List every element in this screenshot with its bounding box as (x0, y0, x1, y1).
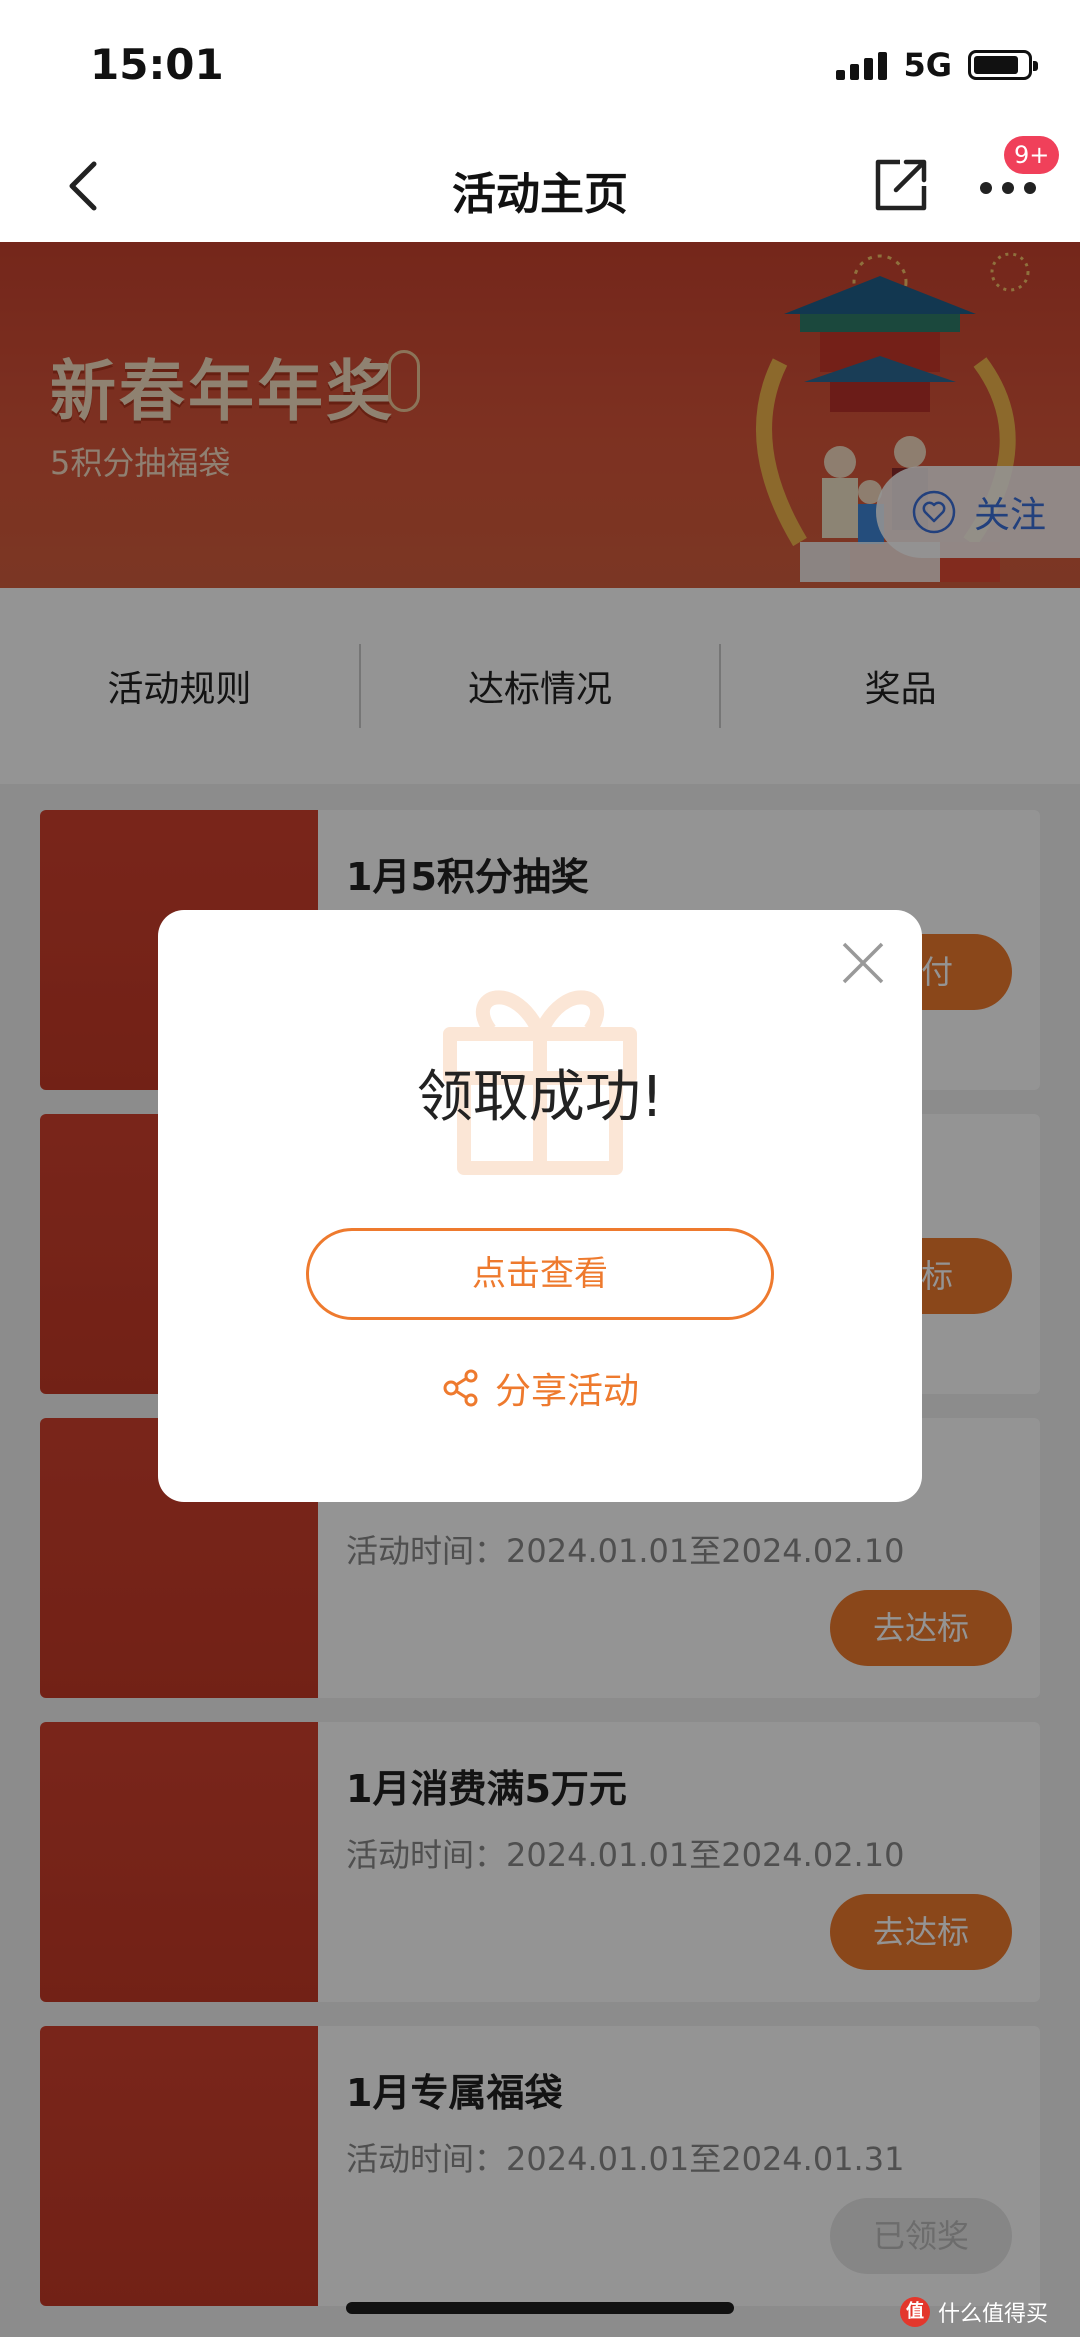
status-bar: 15:01 5G (0, 0, 1080, 130)
close-icon[interactable] (838, 938, 888, 988)
back-icon[interactable] (56, 156, 116, 216)
watermark-logo: 值 (900, 2297, 930, 2327)
share-activity-label: 分享活动 (494, 1371, 639, 1412)
share-activity-button[interactable]: 分享活动 (158, 1362, 922, 1414)
view-button[interactable]: 点击查看 (306, 1228, 774, 1320)
network-label: 5G (903, 46, 952, 84)
status-indicators: 5G (836, 46, 1038, 84)
share-icon[interactable] (870, 152, 934, 216)
signal-icon (836, 50, 888, 80)
status-time: 15:01 (90, 40, 224, 89)
nav-bar: 活动主页 (0, 130, 1080, 242)
success-dialog: 领取成功! 点击查看 分享活动 (158, 910, 922, 1502)
watermark-text: 什么值得买 (938, 2302, 1049, 2327)
notification-badge: 9+ (1004, 136, 1060, 174)
battery-icon (968, 50, 1038, 80)
home-indicator (346, 2302, 734, 2314)
watermark: 值 什么值得买 (900, 2296, 1048, 2328)
dialog-title: 领取成功! (416, 1065, 664, 1130)
share-nodes-icon (443, 1369, 478, 1407)
